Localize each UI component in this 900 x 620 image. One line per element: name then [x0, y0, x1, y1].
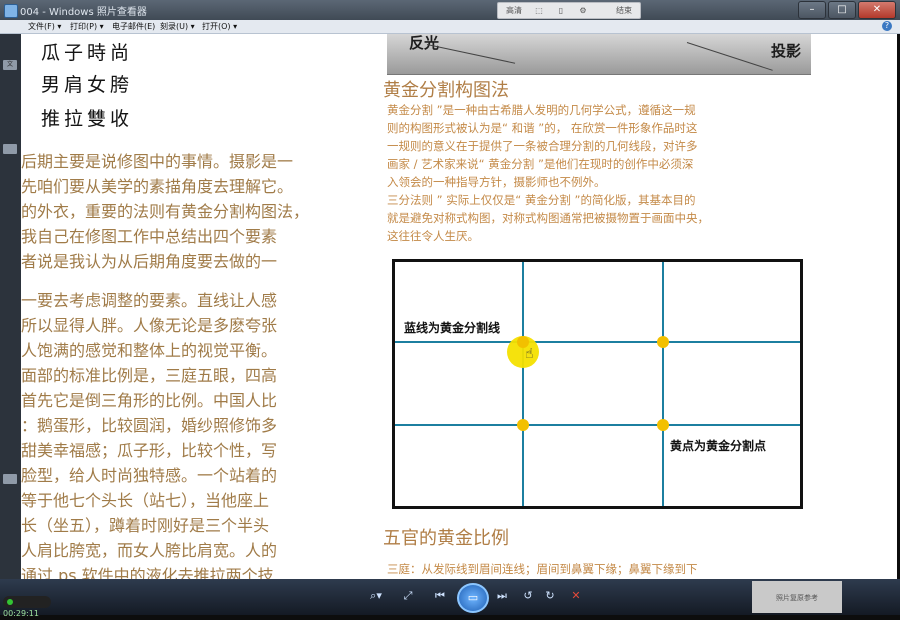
- paragraph-line: 一规则的意义在于提供了一条被合理分割的几何线段，对许多: [387, 139, 698, 153]
- left-text-line: 面部的标准比例是，三庭五眼，四高: [21, 366, 278, 385]
- recorder-toolbar[interactable]: 高清 ⬚ ▯ ⚙ 结束: [497, 2, 641, 19]
- top-photo-crop: 反光 投影: [387, 34, 811, 75]
- left-text-line: 人饱满的感觉和整体上的视觉平衡。: [21, 341, 278, 360]
- window-title: 004 - Windows 照片查看器: [20, 7, 147, 18]
- left-text-line: 的外衣，重要的法则有黄金分割构图法，: [21, 202, 310, 221]
- left-text-line: 等于他七个头长（站七），当他座上: [21, 491, 270, 510]
- paragraph-line: 画家 / 艺术家来说“ 黄金分割 ”是他们在现时的创作中必须深: [387, 157, 694, 171]
- left-text-line: 者说是我认为从后期角度要去做的一: [21, 252, 278, 271]
- grid-vertical-line: [522, 262, 524, 506]
- hand-cursor-icon: ☝: [525, 346, 534, 362]
- menu-email[interactable]: 电子邮件(E): [112, 21, 155, 32]
- delete-icon[interactable]: ✕: [566, 586, 586, 606]
- left-text-line: 长（坐五），蹲着时刚好是三个半头: [21, 516, 270, 535]
- recorder-settings-icon[interactable]: ⚙: [576, 4, 590, 17]
- thumbnail-caption: 照片复原参考: [776, 594, 818, 602]
- paragraph-line: 三庭：从发际线到眉间连线；眉间到鼻翼下缘；鼻翼下缘到下: [387, 562, 698, 576]
- calligraphy-line-2: 男肩女胯: [41, 74, 134, 96]
- photo-annotation-line: [426, 44, 516, 64]
- maximize-button[interactable]: □: [828, 1, 856, 19]
- rotate-left-icon[interactable]: ↺: [518, 586, 538, 606]
- right-document-page: 反光 投影 黄金分割构图法 黄金分割 ”是一种由古希腊人发明的几何学公式，遵循这…: [383, 34, 813, 579]
- title-bar: 004 - Windows 照片查看器 高清 ⬚ ▯ ⚙ 结束 – □ ✕: [0, 0, 900, 20]
- menu-file[interactable]: 文件(F) ▾: [28, 21, 61, 32]
- photo-annotation-line: [686, 42, 773, 71]
- recorder-pause-icon[interactable]: ▯: [554, 4, 568, 17]
- left-text-line: 通过 ps 软件中的液化去推拉两个技: [21, 566, 274, 579]
- gold-point-label: 黄点为黄金分割点: [670, 439, 767, 453]
- left-text-line: 所以显得人胖。人像无论是多麽夸张: [21, 316, 278, 335]
- paragraph-line: 入领会的一种指导方针，摄影师也不例外。: [387, 175, 606, 189]
- calligraphy-line-1: 瓜子時尚: [41, 42, 134, 64]
- prev-icon[interactable]: ⏮: [430, 586, 450, 606]
- fit-icon[interactable]: ⤢: [398, 586, 418, 606]
- background-tab-3[interactable]: [3, 474, 17, 484]
- paragraph-line: 三分法则 ” 实际上仅仅是“ 黄金分割 ”的简化版，其基本目的: [387, 193, 696, 207]
- left-text-line: 后期主要是说修图中的事情。摄影是一: [21, 152, 294, 171]
- grid-vertical-line: [662, 262, 664, 506]
- heading-facial-golden-ratio: 五官的黄金比例: [383, 528, 509, 549]
- window-controls: – □ ✕: [796, 1, 896, 19]
- paragraph-line: 黄金分割 ”是一种由古希腊人发明的几何学公式，遵循这一规: [387, 103, 696, 117]
- recording-timer: 00:29:11: [3, 596, 51, 618]
- left-text-line: 先咱们要从美学的素描角度去理解它。: [21, 177, 294, 196]
- paragraph-line: 就是避免对称式构图，对称式构图通常把被摄物置于画面中央，: [387, 211, 709, 225]
- menu-open[interactable]: 打开(O) ▾: [202, 21, 237, 32]
- left-document-page: 瓜子時尚 男肩女胯 推拉雙收 后期主要是说修图中的事情。摄影是一 先咱们要从美学…: [21, 34, 359, 579]
- left-text-line: ：鹅蛋形，比较圆润，婚纱照修饰多: [21, 416, 278, 435]
- blue-line-label: 蓝线为黄金分割线: [404, 321, 501, 335]
- zoom-icon[interactable]: ⌕▾: [366, 586, 386, 606]
- grid-horizontal-line: [395, 341, 800, 343]
- minimize-button[interactable]: –: [798, 1, 826, 19]
- image-canvas: 瓜子時尚 男肩女胯 推拉雙收 后期主要是说修图中的事情。摄影是一 先咱们要从美学…: [21, 34, 897, 579]
- menu-bar: 文件(F) ▾ 打印(P) ▾ 电子邮件(E) 刻录(U) ▾ 打开(O) ▾ …: [0, 20, 900, 34]
- menu-print[interactable]: 打印(P) ▾: [70, 21, 104, 32]
- paragraph-line: 则的构图形式被认为是“ 和谐 ”的， 在欣赏一件形象作品时这: [387, 121, 698, 135]
- recorder-hd-button[interactable]: 高清: [502, 4, 526, 17]
- heading-golden-ratio-composition: 黄金分割构图法: [383, 80, 509, 101]
- next-icon[interactable]: ⏭: [492, 586, 512, 606]
- slideshow-icon[interactable]: ▭: [457, 583, 489, 613]
- recorder-region-icon[interactable]: ⬚: [532, 4, 546, 17]
- left-text-line: 我自己在修图工作中总结出四个要素: [21, 227, 278, 246]
- golden-point: [657, 336, 669, 348]
- record-dot-icon: [7, 598, 13, 605]
- golden-section-diagram: ☝ 蓝线为黄金分割线 黄点为黄金分割点: [392, 259, 803, 509]
- recorder-end-button[interactable]: 结束: [612, 4, 636, 17]
- photo-label-shadow: 投影: [771, 42, 802, 60]
- left-text-line: 甜美幸福感；瓜子形，比较个性，写: [21, 441, 278, 460]
- background-tab-2[interactable]: [3, 144, 17, 154]
- golden-point: [657, 419, 669, 431]
- background-tab[interactable]: 文: [3, 60, 17, 70]
- calligraphy-line-3: 推拉雙收: [41, 108, 134, 130]
- close-button[interactable]: ✕: [858, 1, 896, 19]
- paragraph-line: 这往往令人生厌。: [387, 229, 479, 243]
- golden-point: [517, 419, 529, 431]
- photo-viewer-icon: [4, 4, 18, 18]
- menu-burn[interactable]: 刻录(U) ▾: [160, 21, 195, 32]
- left-text-line: 一要去考虑调整的要素。直线让人感: [21, 291, 278, 310]
- left-text-line: 首先它是倒三角形的比例。中国人比: [21, 391, 278, 410]
- rotate-right-icon[interactable]: ↻: [540, 586, 560, 606]
- left-background-strip: 文: [0, 34, 21, 579]
- help-icon[interactable]: ?: [882, 21, 892, 31]
- left-text-line: 脸型，给人时尚独特感。一个站着的: [21, 466, 278, 485]
- next-image-thumbnail[interactable]: 照片复原参考: [752, 581, 842, 613]
- left-text-line: 人肩比胯宽，而女人胯比肩宽。人的: [21, 541, 278, 560]
- photo-label-reflection: 反光: [409, 34, 440, 52]
- timer-text: 00:29:11: [3, 609, 39, 618]
- grid-horizontal-line: [395, 424, 800, 426]
